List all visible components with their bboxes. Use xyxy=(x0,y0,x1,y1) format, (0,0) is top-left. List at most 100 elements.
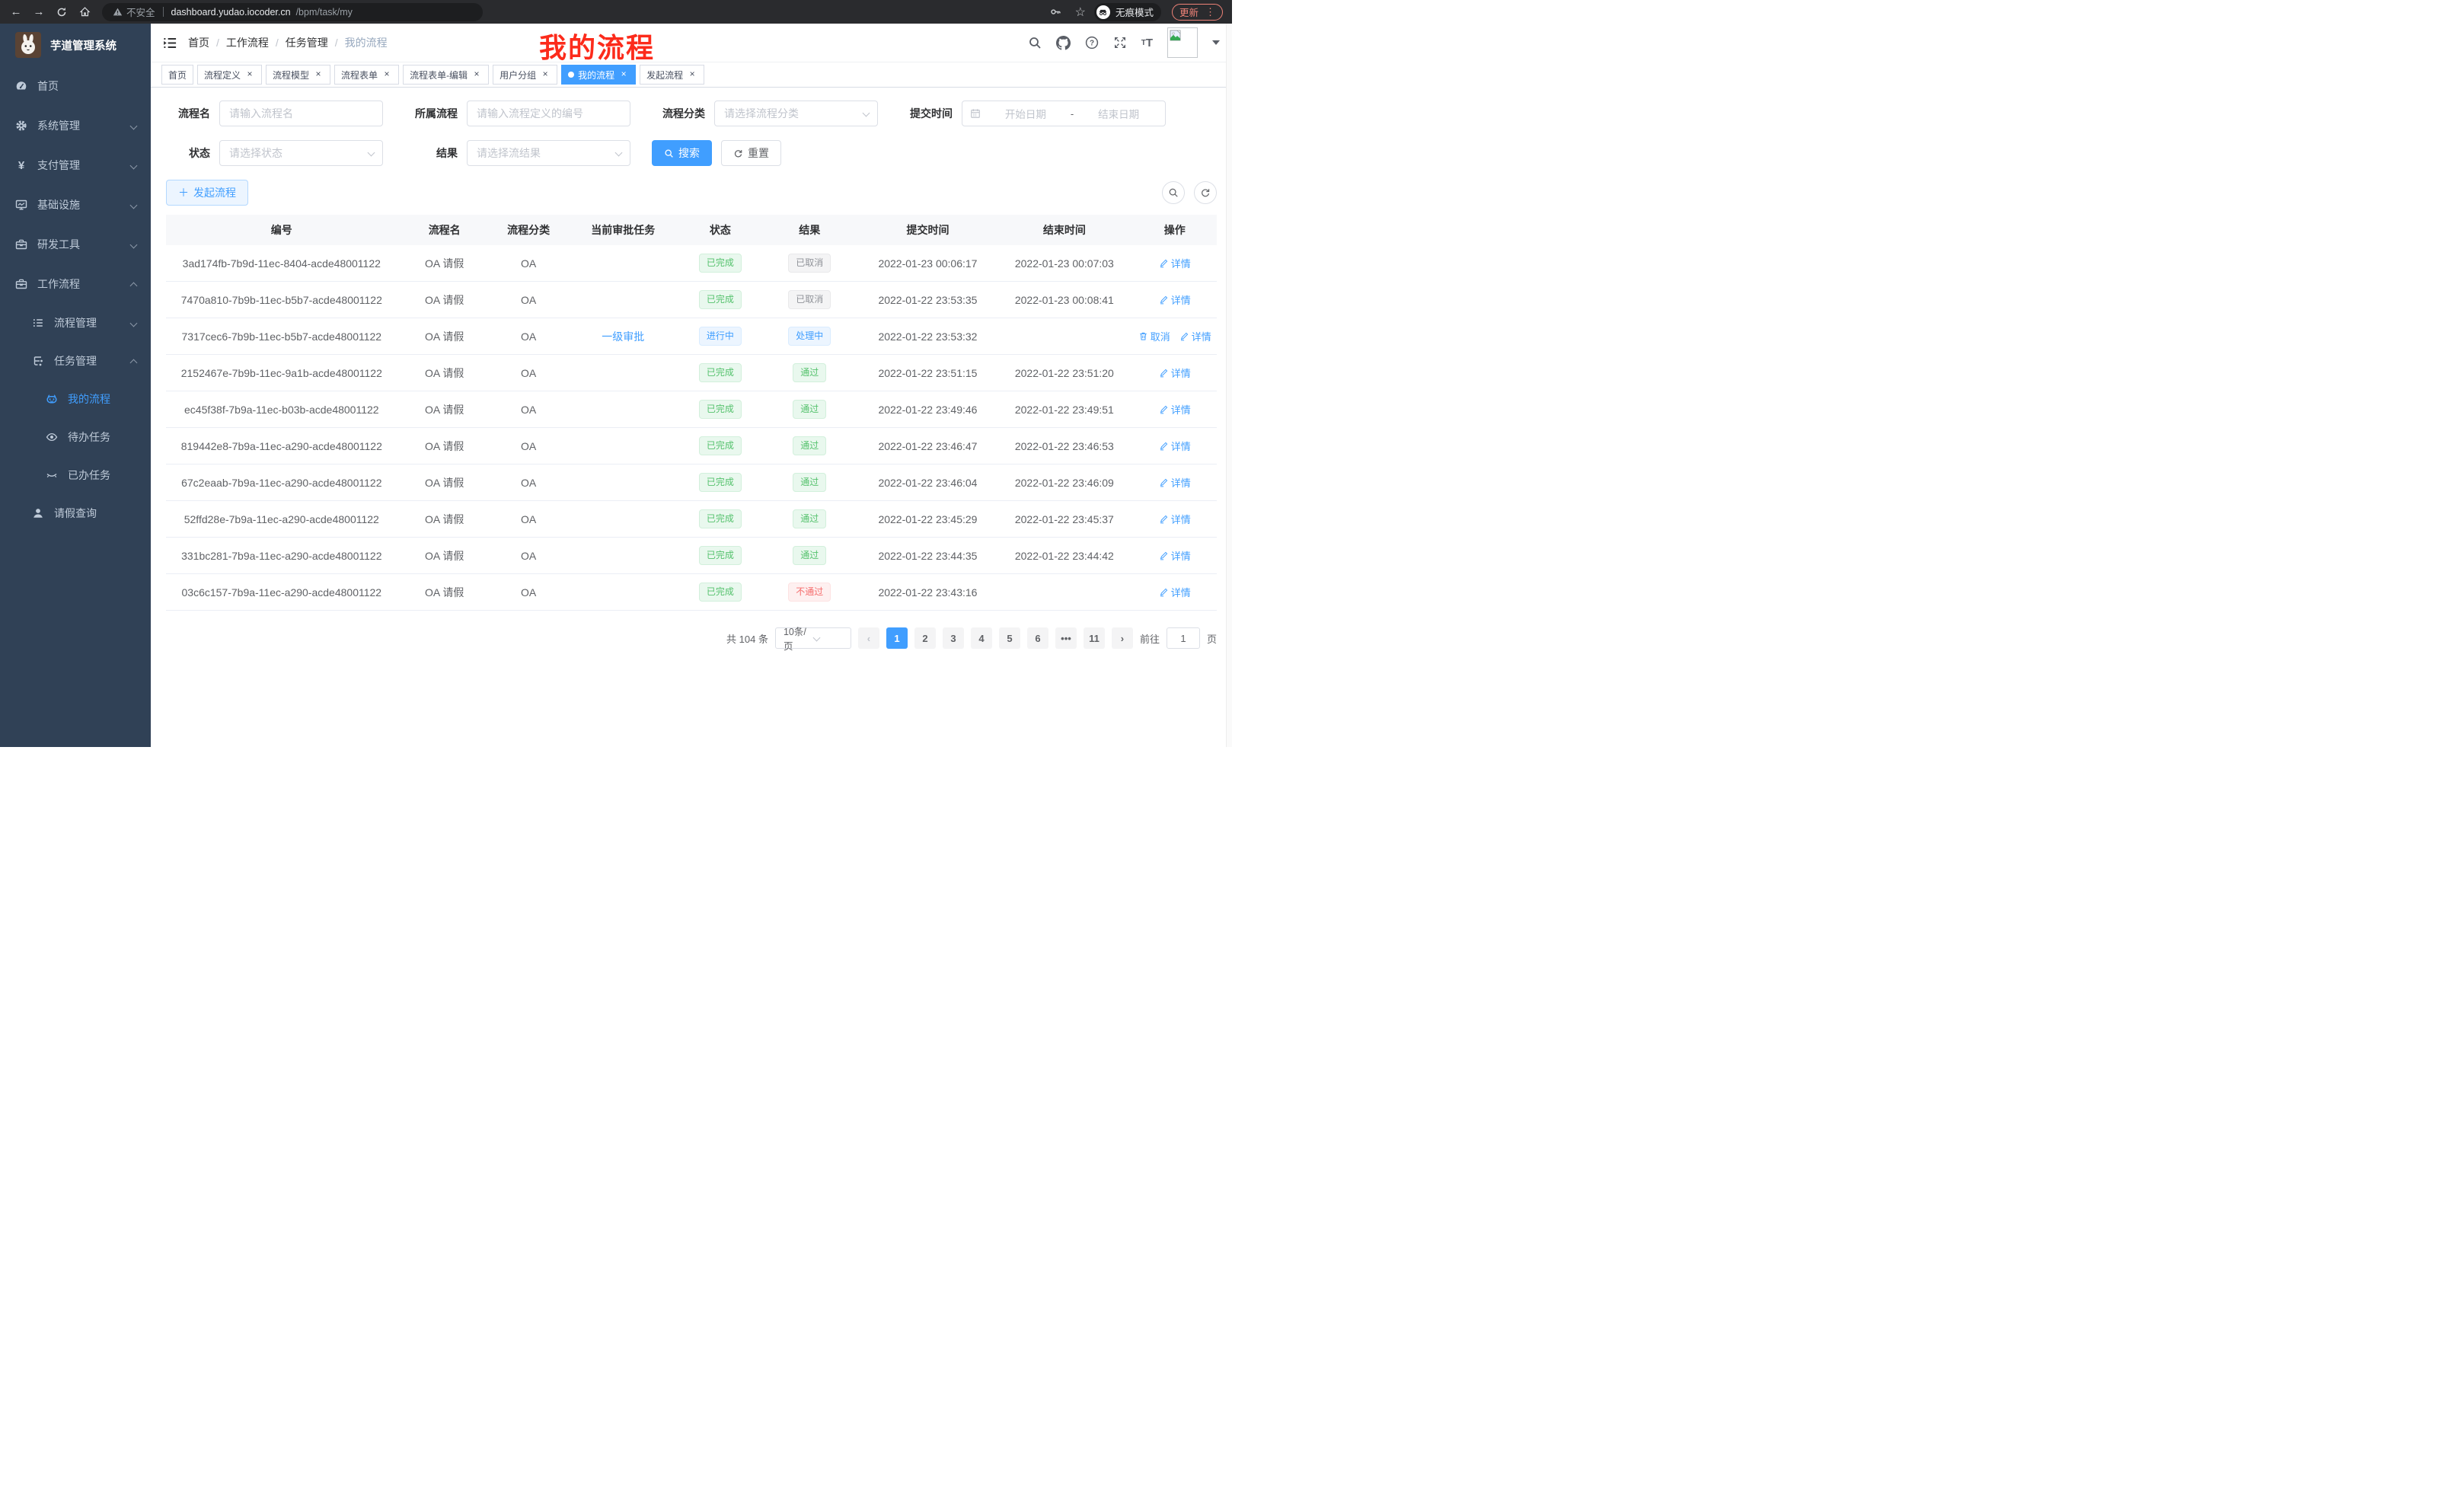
sidebar-item[interactable]: 请假查询 xyxy=(0,494,151,532)
close-icon[interactable]: × xyxy=(381,69,392,80)
app-logo[interactable]: 芋道管理系统 xyxy=(0,24,151,66)
font-size-icon[interactable]: TT xyxy=(1141,37,1153,49)
action-detail-link[interactable]: 详情 xyxy=(1159,256,1191,270)
table-row: 7317cec6-7b9b-11ec-b5b7-acde48001122OA 请… xyxy=(166,318,1217,355)
cell-end-time: 2022-01-22 23:46:53 xyxy=(996,440,1132,452)
robot-icon xyxy=(46,393,58,405)
avatar-caret-icon[interactable] xyxy=(1212,40,1220,45)
close-icon[interactable]: × xyxy=(540,69,551,80)
yen-icon: ¥ xyxy=(15,159,27,171)
refresh-icon-button[interactable] xyxy=(1194,181,1217,204)
bookmark-star-icon[interactable]: ☆ xyxy=(1075,5,1086,20)
sidebar-item[interactable]: 流程管理 xyxy=(0,304,151,342)
action-detail-link[interactable]: 详情 xyxy=(1159,585,1191,599)
start-process-button[interactable]: ＋ 发起流程 xyxy=(166,180,248,206)
action-detail-link[interactable]: 详情 xyxy=(1179,329,1211,343)
page-number-button[interactable]: 1 xyxy=(886,627,908,649)
close-icon[interactable]: × xyxy=(687,69,697,80)
action-detail-link[interactable]: 详情 xyxy=(1159,292,1191,307)
search-icon[interactable] xyxy=(1028,36,1042,49)
close-icon[interactable]: × xyxy=(471,69,482,80)
process-category-select[interactable]: 请选择流程分类 xyxy=(714,101,878,126)
tab-item[interactable]: 发起流程× xyxy=(640,65,704,85)
page-buttons: 123456 ••• 11 xyxy=(886,627,1105,649)
action-label: 详情 xyxy=(1171,585,1191,599)
sidebar-item[interactable]: 首页 xyxy=(0,66,151,106)
page-number-button[interactable]: 11 xyxy=(1084,627,1105,649)
page-size-select[interactable]: 10条/页 xyxy=(775,627,851,649)
sidebar-item[interactable]: 我的流程 xyxy=(0,380,151,418)
process-name-input[interactable] xyxy=(219,101,383,126)
chevron-up-icon xyxy=(131,281,137,287)
fullscreen-icon[interactable] xyxy=(1113,36,1127,49)
tab-item[interactable]: 流程表单× xyxy=(334,65,399,85)
result-badge: 通过 xyxy=(793,400,826,419)
status-badge: 已完成 xyxy=(699,254,742,273)
cell-id: 7317cec6-7b9b-11ec-b5b7-acde48001122 xyxy=(166,330,397,343)
tab-item[interactable]: 流程模型× xyxy=(266,65,330,85)
address-bar[interactable]: 不安全 dashboard.yudao.iocoder.cn/bpm/task/… xyxy=(102,3,483,21)
search-button[interactable]: 搜索 xyxy=(652,140,712,166)
result-select[interactable]: 请选择流结果 xyxy=(467,140,630,166)
close-icon[interactable]: × xyxy=(244,69,255,80)
browser-menu-icon[interactable]: ⋮ xyxy=(1205,6,1215,18)
process-definition-input[interactable] xyxy=(467,101,630,126)
avatar[interactable] xyxy=(1167,27,1198,58)
sidebar-item[interactable]: ¥支付管理 xyxy=(0,145,151,185)
current-task-link[interactable]: 一级审批 xyxy=(602,330,644,343)
browser-home-icon[interactable] xyxy=(75,3,94,21)
action-detail-link[interactable]: 详情 xyxy=(1159,402,1191,417)
sidebar-item[interactable]: 工作流程 xyxy=(0,264,151,304)
sidebar-item[interactable]: 基础设施 xyxy=(0,185,151,225)
action-detail-link[interactable]: 详情 xyxy=(1159,548,1191,563)
tab-item[interactable]: 用户分组× xyxy=(493,65,557,85)
chevron-down-icon xyxy=(131,162,137,168)
browser-forward-icon[interactable]: → xyxy=(29,3,49,21)
prev-page-button[interactable]: ‹ xyxy=(858,627,879,649)
cell-category: OA xyxy=(492,294,566,306)
key-icon[interactable] xyxy=(1050,6,1061,18)
action-detail-link[interactable]: 详情 xyxy=(1159,366,1191,380)
site-security[interactable]: 不安全 xyxy=(113,5,155,19)
goto-page-input[interactable] xyxy=(1167,627,1200,649)
breadcrumb-item[interactable]: 工作流程 xyxy=(226,35,269,50)
column-header: 结果 xyxy=(760,215,860,245)
breadcrumb-item[interactable]: 首页 xyxy=(188,35,209,50)
page-number-button[interactable]: 2 xyxy=(914,627,936,649)
page-number-button[interactable]: ••• xyxy=(1055,627,1077,649)
show-search-icon-button[interactable] xyxy=(1162,181,1185,204)
next-page-button[interactable]: › xyxy=(1112,627,1133,649)
browser-update-button[interactable]: 更新 ⋮ xyxy=(1172,4,1223,21)
sidebar-item[interactable]: 研发工具 xyxy=(0,225,151,264)
breadcrumb-item[interactable]: 任务管理 xyxy=(286,35,328,50)
action-detail-link[interactable]: 详情 xyxy=(1159,512,1191,526)
sidebar-item[interactable]: 已办任务 xyxy=(0,456,151,494)
scrollbar[interactable] xyxy=(1226,24,1232,747)
action-cancel-link[interactable]: 取消 xyxy=(1138,329,1170,343)
action-detail-link[interactable]: 详情 xyxy=(1159,475,1191,490)
reset-button[interactable]: 重置 xyxy=(721,140,781,166)
browser-back-icon[interactable]: ← xyxy=(6,3,26,21)
monitor-icon xyxy=(15,199,27,211)
status-select[interactable]: 请选择状态 xyxy=(219,140,383,166)
browser-reload-icon[interactable] xyxy=(52,3,72,21)
page-number-button[interactable]: 4 xyxy=(971,627,992,649)
submit-time-range-picker[interactable]: 开始日期 - 结束日期 xyxy=(962,101,1166,126)
page-number-button[interactable]: 5 xyxy=(999,627,1020,649)
search-button-label: 搜索 xyxy=(678,145,700,161)
page-number-button[interactable]: 3 xyxy=(943,627,964,649)
sidebar-item[interactable]: 系统管理 xyxy=(0,106,151,145)
action-detail-link[interactable]: 详情 xyxy=(1159,439,1191,453)
tab-active[interactable]: 我的流程× xyxy=(561,65,636,85)
page-number-button[interactable]: 6 xyxy=(1027,627,1048,649)
tab-item[interactable]: 首页 xyxy=(161,65,193,85)
tab-item[interactable]: 流程定义× xyxy=(197,65,262,85)
hamburger-icon[interactable] xyxy=(163,36,177,50)
sidebar-item[interactable]: 待办任务 xyxy=(0,418,151,456)
sidebar-item[interactable]: 任务管理 xyxy=(0,342,151,380)
close-icon[interactable]: × xyxy=(313,69,324,80)
github-icon[interactable] xyxy=(1056,36,1071,50)
tab-item[interactable]: 流程表单-编辑× xyxy=(403,65,489,85)
close-icon[interactable]: × xyxy=(618,69,629,80)
help-icon[interactable]: ? xyxy=(1085,36,1099,49)
